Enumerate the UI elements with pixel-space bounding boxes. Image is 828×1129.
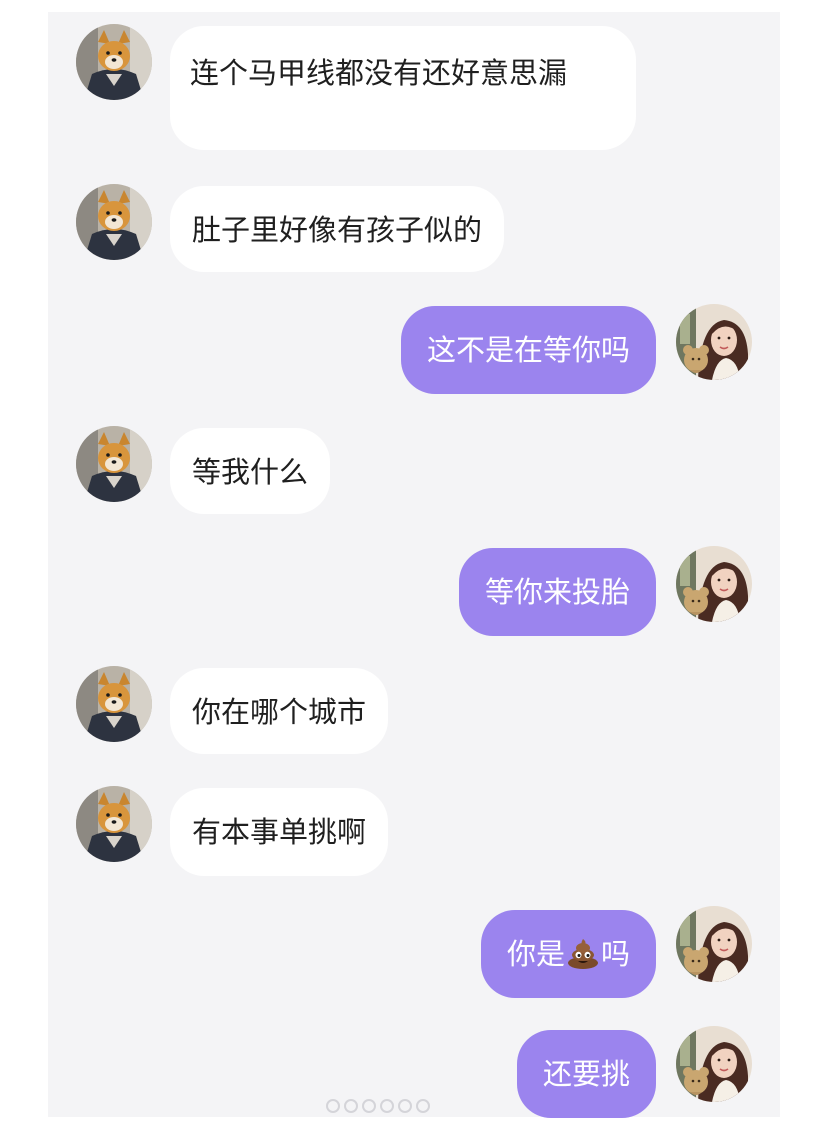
watermark-dot — [344, 1099, 358, 1113]
poop-emoji-icon — [566, 936, 600, 970]
shiba-dog-avatar-icon — [76, 666, 152, 742]
friend-avatar[interactable] — [76, 666, 152, 742]
my-avatar[interactable] — [676, 304, 752, 380]
outgoing-message-bubble[interactable]: 等你来投胎 — [458, 548, 656, 636]
incoming-message-bubble[interactable]: 等我什么 — [170, 428, 331, 514]
my-avatar[interactable] — [676, 1026, 752, 1102]
message-text: 你在哪个城市 — [192, 695, 367, 729]
message-text: 肚子里好像有孩子似的 — [192, 213, 483, 247]
watermark-dot — [380, 1099, 394, 1113]
outgoing-message-bubble[interactable]: 这不是在等你吗 — [400, 306, 656, 394]
shiba-dog-avatar-icon — [76, 184, 152, 260]
my-avatar[interactable] — [676, 546, 752, 622]
shiba-dog-avatar-icon — [76, 24, 152, 100]
girl-with-teddy-bear-avatar-icon — [676, 906, 752, 982]
girl-with-teddy-bear-avatar-icon — [676, 546, 752, 622]
incoming-message-bubble[interactable]: 连个马甲线都没有还好意思漏 — [170, 26, 636, 150]
message-text-before: 你是 — [506, 937, 565, 971]
watermark-dot — [362, 1099, 376, 1113]
friend-avatar[interactable] — [76, 24, 152, 100]
friend-avatar[interactable] — [76, 184, 152, 260]
message-text: 等你来投胎 — [484, 575, 630, 609]
message-text-after: 吗 — [600, 937, 630, 971]
incoming-message-bubble[interactable]: 你在哪个城市 — [170, 668, 389, 754]
shiba-dog-avatar-icon — [76, 786, 152, 862]
outgoing-message-bubble[interactable]: 还要挑 — [516, 1030, 656, 1118]
outgoing-message-bubble[interactable]: 你是 吗 — [480, 910, 656, 998]
my-avatar[interactable] — [676, 906, 752, 982]
shiba-dog-avatar-icon — [76, 426, 152, 502]
weibo-watermark-icon — [326, 1096, 430, 1116]
friend-avatar[interactable] — [76, 426, 152, 502]
message-text: 还要挑 — [542, 1057, 630, 1091]
chat-panel — [48, 12, 780, 1117]
message-text: 有本事单挑啊 — [192, 815, 367, 849]
message-text: 连个马甲线都没有还好意思漏 — [190, 56, 568, 90]
friend-avatar[interactable] — [76, 786, 152, 862]
incoming-message-bubble[interactable]: 有本事单挑啊 — [170, 788, 389, 876]
watermark-dot — [326, 1099, 340, 1113]
message-text: 这不是在等你吗 — [426, 333, 630, 367]
incoming-message-bubble[interactable]: 肚子里好像有孩子似的 — [170, 186, 505, 272]
watermark-dot — [416, 1099, 430, 1113]
watermark-dot — [398, 1099, 412, 1113]
girl-with-teddy-bear-avatar-icon — [676, 1026, 752, 1102]
girl-with-teddy-bear-avatar-icon — [676, 304, 752, 380]
message-text: 等我什么 — [192, 455, 309, 489]
